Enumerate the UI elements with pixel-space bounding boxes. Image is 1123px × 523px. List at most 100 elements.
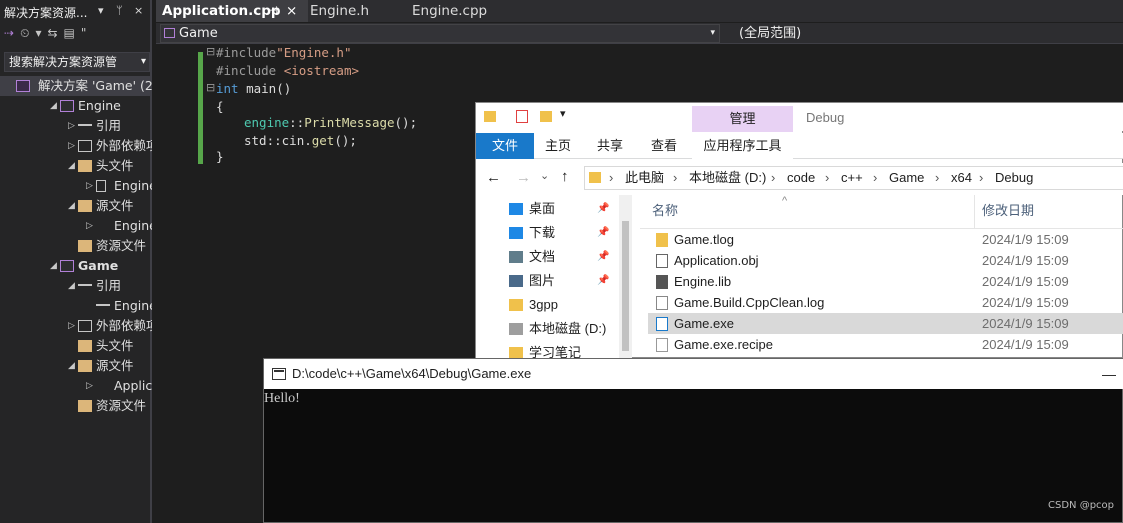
solution-icon — [16, 80, 30, 92]
collapsed-arrow-icon[interactable]: ▷ — [86, 176, 93, 196]
expanded-arrow-icon[interactable]: ◢ — [50, 96, 57, 116]
expanded-arrow-icon[interactable]: ◢ — [50, 256, 57, 276]
switch-views-icon[interactable]: ⇢ — [4, 26, 14, 40]
dropdown-icon[interactable]: ▾ — [98, 4, 104, 17]
pin-icon[interactable]: 📌 — [597, 221, 609, 245]
tree-node[interactable]: ◢ Game — [0, 256, 152, 276]
breadcrumb-debug[interactable]: Debug — [995, 167, 1033, 189]
up-icon[interactable]: ↑ — [561, 168, 569, 185]
history-icon[interactable]: ⏲ — [20, 26, 29, 41]
overflow-icon[interactable]: " — [81, 26, 87, 40]
collapsed-arrow-icon[interactable]: ▷ — [68, 316, 75, 336]
dropdown-icon[interactable]: ▾ — [560, 107, 566, 120]
document-icon — [509, 251, 523, 263]
pin-icon[interactable]: 📌 — [597, 197, 609, 221]
breadcrumb-x64[interactable]: x64 — [951, 167, 972, 189]
tree-node[interactable]: Engine — [0, 296, 152, 316]
collapsed-arrow-icon[interactable]: ▷ — [86, 216, 93, 236]
tree-node[interactable]: ▷ 外部依赖项 — [0, 136, 152, 156]
breadcrumb-game[interactable]: Game — [889, 167, 924, 189]
tree-node[interactable]: 资源文件 — [0, 236, 152, 256]
forward-icon[interactable]: → — [516, 169, 531, 186]
file-row[interactable]: Application.obj 2024/1/9 15:09 — [648, 250, 1123, 271]
breadcrumb-this-pc[interactable]: 此电脑 — [625, 167, 664, 189]
code-text: (); — [394, 115, 418, 130]
nav-pane-scrollbar[interactable] — [619, 195, 632, 359]
solution-explorer-search-input[interactable]: 搜索解决方案资源管 ▾ — [4, 52, 150, 72]
breadcrumb-code[interactable]: code — [787, 167, 815, 189]
breadcrumb-drive-d[interactable]: 本地磁盘 (D:) — [689, 167, 766, 189]
tree-node[interactable]: 资源文件 — [0, 396, 152, 416]
column-date-modified[interactable]: 修改日期 — [982, 195, 1034, 227]
breadcrumb-separator: › — [609, 170, 614, 185]
tree-node[interactable]: ◢ 源文件 — [0, 196, 152, 216]
collapsed-arrow-icon[interactable]: ▷ — [86, 376, 93, 396]
folder-icon — [656, 233, 668, 247]
expanded-arrow-icon[interactable]: ◢ — [68, 196, 75, 216]
file-date: 2024/1/9 15:09 — [982, 316, 1069, 331]
pin-icon[interactable]: 📌 — [597, 269, 609, 293]
file-date: 2024/1/9 15:09 — [982, 274, 1069, 289]
scrollbar-thumb[interactable] — [622, 221, 629, 351]
close-icon[interactable]: × — [134, 4, 143, 17]
tree-node[interactable]: ▷ 外部依赖项 — [0, 316, 152, 336]
sync-icon[interactable]: ⇆ — [47, 26, 57, 40]
tab-application-tools[interactable]: 应用程序工具 — [692, 133, 793, 159]
project-dropdown[interactable]: Game ▾ — [160, 24, 720, 43]
folder-icon[interactable] — [540, 111, 552, 122]
tree-node[interactable]: ▷ Engine.h — [0, 176, 152, 196]
tab-view[interactable]: 查看 — [642, 133, 686, 159]
file-row[interactable]: Engine.lib 2024/1/9 15:09 — [648, 271, 1123, 292]
dropdown-icon[interactable]: ▾ — [35, 26, 41, 40]
address-bar[interactable]: › 此电脑 › 本地磁盘 (D:) › code › c++ › Game › … — [584, 166, 1123, 190]
quick-access-toolbar: ▾ 管理 Debug — [476, 103, 1123, 132]
breadcrumb-cpp[interactable]: c++ — [841, 167, 863, 189]
file-row[interactable]: Game.exe 2024/1/9 15:09 — [648, 313, 1123, 334]
tree-node[interactable]: ◢ 引用 — [0, 276, 152, 296]
back-icon[interactable]: ← — [486, 169, 501, 186]
tree-node[interactable]: ◢ Engine — [0, 96, 152, 116]
tab-file[interactable]: 文件 — [476, 133, 534, 159]
minimize-button[interactable]: — — [1102, 359, 1116, 389]
collapsed-arrow-icon[interactable]: ▷ — [68, 116, 75, 136]
tab-engine-h[interactable]: Engine.h — [310, 0, 410, 22]
folder-icon — [78, 200, 92, 212]
expanded-arrow-icon[interactable]: ◢ — [68, 276, 75, 296]
recent-locations-icon[interactable]: ⌄ — [540, 169, 549, 182]
tab-share[interactable]: 共享 — [588, 133, 632, 159]
tree-node[interactable]: 解决方案 'Game' (2 — [0, 76, 152, 96]
pin-icon[interactable]: 📌 — [597, 245, 609, 269]
fold-icon[interactable]: ⊟ — [206, 81, 215, 94]
tree-node-label: Engine — [114, 298, 152, 313]
pin-icon[interactable]: ⊣ — [268, 0, 278, 22]
expanded-arrow-icon[interactable]: ◢ — [68, 156, 75, 176]
close-icon[interactable]: × — [286, 0, 297, 22]
column-divider[interactable] — [974, 195, 975, 229]
tree-node[interactable]: ▷ 引用 — [0, 116, 152, 136]
tree-node[interactable]: ▷ Engine.cp — [0, 216, 152, 236]
tree-node[interactable]: ◢ 源文件 — [0, 356, 152, 376]
tab-home[interactable]: 主页 — [534, 133, 582, 159]
collapsed-arrow-icon[interactable]: ▷ — [68, 136, 75, 156]
checklist-icon[interactable] — [516, 110, 528, 123]
ribbon-context-manage[interactable]: 管理 — [692, 106, 793, 132]
tab-application-cpp[interactable]: Application.cpp ⊣ × — [156, 0, 308, 22]
pin-icon[interactable]: ᛘ — [116, 4, 123, 17]
folder-icon — [78, 160, 92, 172]
file-row[interactable]: Game.tlog 2024/1/9 15:09 — [648, 229, 1123, 250]
column-name[interactable]: 名称 — [652, 195, 678, 227]
search-options-icon[interactable]: ▾ — [141, 53, 146, 71]
fold-icon[interactable]: ⊟ — [206, 45, 215, 58]
ribbon-tabs: 文件 主页 共享 查看 应用程序工具 — [476, 133, 1123, 159]
scope-dropdown[interactable]: (全局范围) — [722, 24, 1122, 43]
tab-engine-cpp[interactable]: Engine.cpp — [412, 0, 532, 22]
file-row[interactable]: Game.exe.recipe 2024/1/9 15:09 — [648, 334, 1123, 355]
expanded-arrow-icon[interactable]: ◢ — [68, 356, 75, 376]
console-title-bar[interactable]: D:\code\c++\Game\x64\Debug\Game.exe — — [264, 359, 1123, 389]
collapse-all-icon[interactable]: ▤ — [64, 26, 75, 40]
folder-icon[interactable] — [484, 111, 496, 122]
file-row[interactable]: Game.Build.CppClean.log 2024/1/9 15:09 — [648, 292, 1123, 313]
tree-node[interactable]: 头文件 — [0, 336, 152, 356]
tree-node[interactable]: ▷ Applicatio — [0, 376, 152, 396]
tree-node[interactable]: ◢ 头文件 — [0, 156, 152, 176]
